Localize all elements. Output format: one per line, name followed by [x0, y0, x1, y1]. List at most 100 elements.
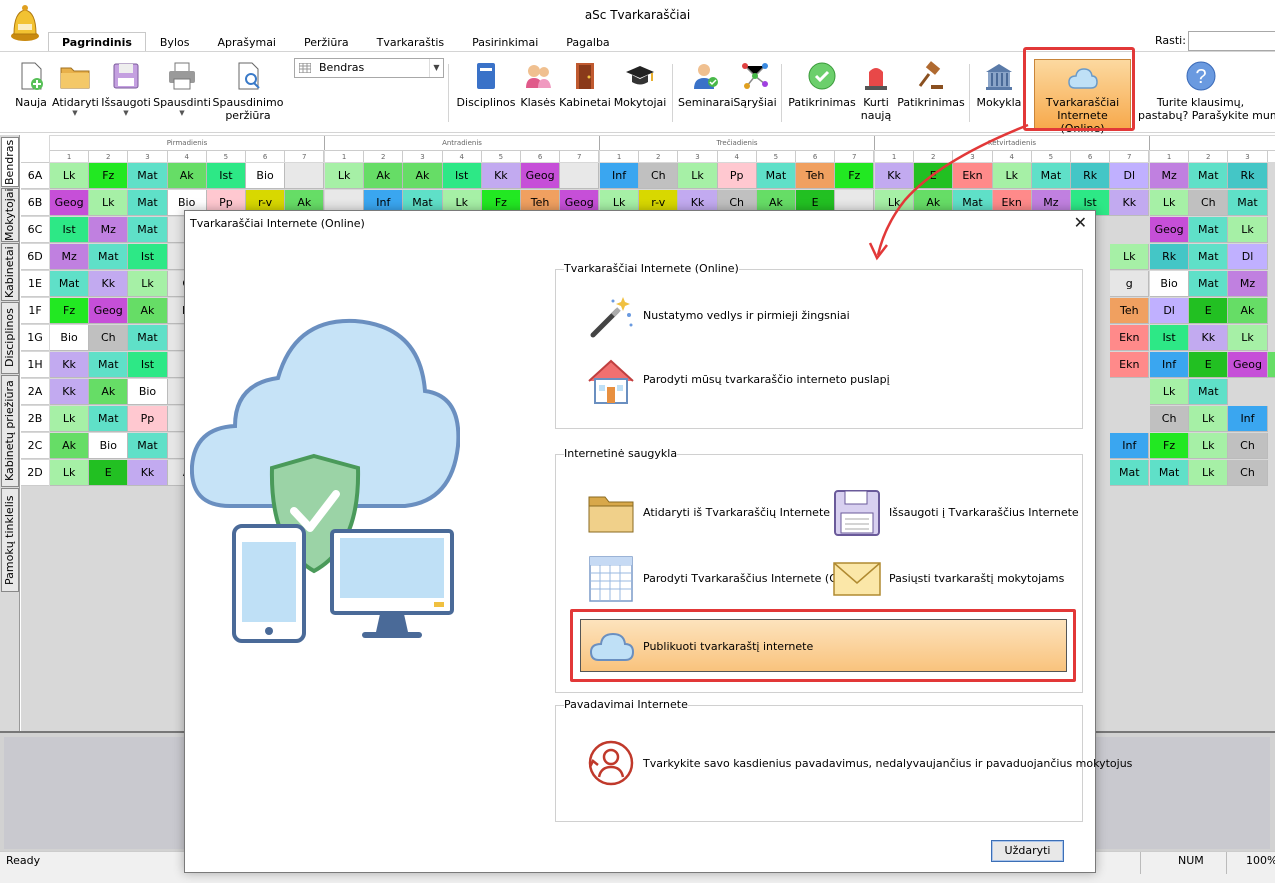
side-tab-3[interactable]: Disciplinos — [1, 302, 19, 374]
lesson-card[interactable]: Lk — [678, 163, 718, 189]
class-row-label[interactable]: 2B — [21, 406, 49, 432]
lesson-card[interactable]: Mat — [128, 163, 168, 189]
lesson-card[interactable]: E — [1189, 298, 1229, 324]
lesson-card[interactable]: Ch — [639, 163, 679, 189]
show-online-link[interactable]: Parodyti Tvarkaraščius Internete (Or — [587, 555, 842, 603]
lesson-card[interactable]: Ak — [89, 379, 129, 405]
school-button[interactable]: Mokykla — [975, 60, 1023, 109]
lesson-card[interactable]: Lk — [1150, 190, 1190, 216]
lesson-card[interactable]: Dl — [1228, 244, 1268, 270]
lesson-card[interactable]: Mat — [50, 271, 90, 297]
lesson-card[interactable]: Mat — [89, 352, 129, 378]
class-row-label[interactable]: 2A — [21, 379, 49, 405]
lesson-card[interactable]: Lk — [128, 271, 168, 297]
lesson-card[interactable]: Kk — [875, 163, 915, 189]
side-tab-2[interactable]: Kabinetai — [1, 243, 19, 301]
lesson-card[interactable]: Mat — [1031, 163, 1071, 189]
lesson-card[interactable]: Geog — [1228, 352, 1268, 378]
lesson-card[interactable]: Teh — [1110, 298, 1150, 324]
lesson-card[interactable]: Mat — [1110, 460, 1150, 486]
class-row-label[interactable]: 2D — [21, 460, 49, 486]
lesson-card[interactable]: Lk — [1150, 379, 1190, 405]
close-button[interactable]: Uždaryti — [991, 840, 1064, 862]
send-teachers-link[interactable]: Pasiųsti tvarkaraštį mokytojams — [833, 555, 1073, 603]
side-tab-1[interactable]: Mokytojai — [1, 188, 19, 242]
side-tab-5[interactable]: Pamokų tinklelis — [1, 488, 19, 592]
lesson-card[interactable]: Lk — [1228, 325, 1268, 351]
lesson-card[interactable]: Kk — [50, 379, 90, 405]
check-button[interactable]: Patikrinimas — [788, 60, 856, 109]
classes-button[interactable]: Klasės — [518, 60, 558, 109]
lesson-card[interactable]: E — [89, 460, 129, 486]
substitutions-link[interactable]: Tvarkykite savo kasdienius pavadavimus, … — [587, 739, 1132, 791]
lesson-card[interactable]: Ist — [1150, 325, 1190, 351]
lesson-card[interactable]: Fz — [1150, 433, 1190, 459]
lesson-card[interactable]: Inf — [1110, 433, 1150, 459]
lesson-card[interactable]: Teh — [796, 163, 836, 189]
lesson-card[interactable]: Mat — [128, 325, 168, 351]
search-input[interactable] — [1188, 31, 1275, 51]
lesson-card[interactable]: Ist — [128, 244, 168, 270]
tab-0[interactable]: Pagrindinis — [48, 32, 146, 52]
lesson-card[interactable]: Lk — [992, 163, 1032, 189]
tab-4[interactable]: Tvarkaraštis — [363, 32, 459, 52]
side-tab-4[interactable]: Kabinetų priežiūra — [1, 375, 19, 487]
lesson-card[interactable]: Kk — [1110, 190, 1150, 216]
lesson-card[interactable]: Pp — [128, 406, 168, 432]
lesson-card[interactable]: Ak — [403, 163, 443, 189]
lesson-card[interactable]: Ak — [1228, 298, 1268, 324]
lesson-card[interactable]: Ak — [128, 298, 168, 324]
lesson-card[interactable]: Geog — [521, 163, 561, 189]
lesson-card[interactable]: Lk — [1189, 433, 1229, 459]
class-row-label[interactable]: 1E — [21, 271, 49, 297]
lesson-card[interactable]: Mat — [89, 406, 129, 432]
lesson-card[interactable]: Dl — [1150, 298, 1190, 324]
lesson-card[interactable]: Inf — [1228, 406, 1268, 432]
lesson-card[interactable]: Mz — [1228, 271, 1268, 297]
class-row-label[interactable]: 6C — [21, 217, 49, 243]
close-icon[interactable]: ✕ — [1074, 213, 1087, 233]
lesson-card[interactable]: Lk — [1228, 217, 1268, 243]
show-webpage-link[interactable]: Parodyti mūsų tvarkaraščio interneto pus… — [587, 357, 987, 405]
lesson-card[interactable]: Dl — [1110, 163, 1150, 189]
print-button[interactable]: Spausdinti ▼ — [153, 60, 211, 117]
lesson-card[interactable]: Rk — [1228, 163, 1268, 189]
save-online-link[interactable]: Išsaugoti į Tvarkaraščius Internete — [833, 489, 1079, 537]
lesson-card[interactable]: Ch — [1150, 406, 1190, 432]
lesson-card[interactable]: Fz — [89, 163, 129, 189]
lesson-card[interactable]: Mat — [1189, 217, 1229, 243]
lesson-card[interactable]: Mat — [1189, 271, 1229, 297]
lesson-card[interactable]: Rk — [1150, 244, 1190, 270]
lesson-card[interactable]: Mat — [89, 244, 129, 270]
lesson-card[interactable]: Ist — [442, 163, 482, 189]
class-row-label[interactable]: 1G — [21, 325, 49, 351]
save-button[interactable]: Išsaugoti ▼ — [100, 60, 152, 117]
open-online-link[interactable]: Atidaryti iš Tvarkaraščių Internete — [587, 489, 830, 537]
check2-button[interactable]: Patikrinimas — [897, 60, 965, 109]
lesson-card[interactable]: Ak — [50, 433, 90, 459]
lesson-card[interactable]: E — [1189, 352, 1229, 378]
lesson-card[interactable]: Geog — [1150, 217, 1190, 243]
lesson-card[interactable]: Fz — [50, 298, 90, 324]
tab-6[interactable]: Pagalba — [552, 32, 623, 52]
tab-1[interactable]: Bylos — [146, 32, 204, 52]
teachers-button[interactable]: Mokytojai — [612, 60, 668, 109]
lesson-card[interactable]: Mz — [1150, 163, 1190, 189]
lesson-card[interactable]: Ch — [89, 325, 129, 351]
lesson-card[interactable]: Mat — [1189, 163, 1229, 189]
lesson-card[interactable]: Ch — [1228, 460, 1268, 486]
create-new-button[interactable]: Kurti naują — [857, 60, 895, 122]
tab-3[interactable]: Peržiūra — [290, 32, 363, 52]
lesson-card[interactable]: Kk — [89, 271, 129, 297]
help-button[interactable]: ? Turite klausimų, pastabų? Parašykite m… — [1138, 60, 1275, 122]
lesson-card[interactable]: Ch — [1189, 190, 1229, 216]
lesson-card[interactable]: Bio — [50, 325, 90, 351]
side-tab-0[interactable]: Bendras — [1, 137, 19, 187]
lesson-card[interactable]: Fz — [835, 163, 875, 189]
lesson-card[interactable]: Inf — [600, 163, 640, 189]
lesson-card[interactable]: Mat — [128, 433, 168, 459]
lesson-card[interactable]: Bio — [246, 163, 286, 189]
seminars-button[interactable]: Seminarai — [678, 60, 734, 109]
lesson-card[interactable]: Ak — [364, 163, 404, 189]
lesson-card[interactable]: Ekn — [1110, 352, 1150, 378]
